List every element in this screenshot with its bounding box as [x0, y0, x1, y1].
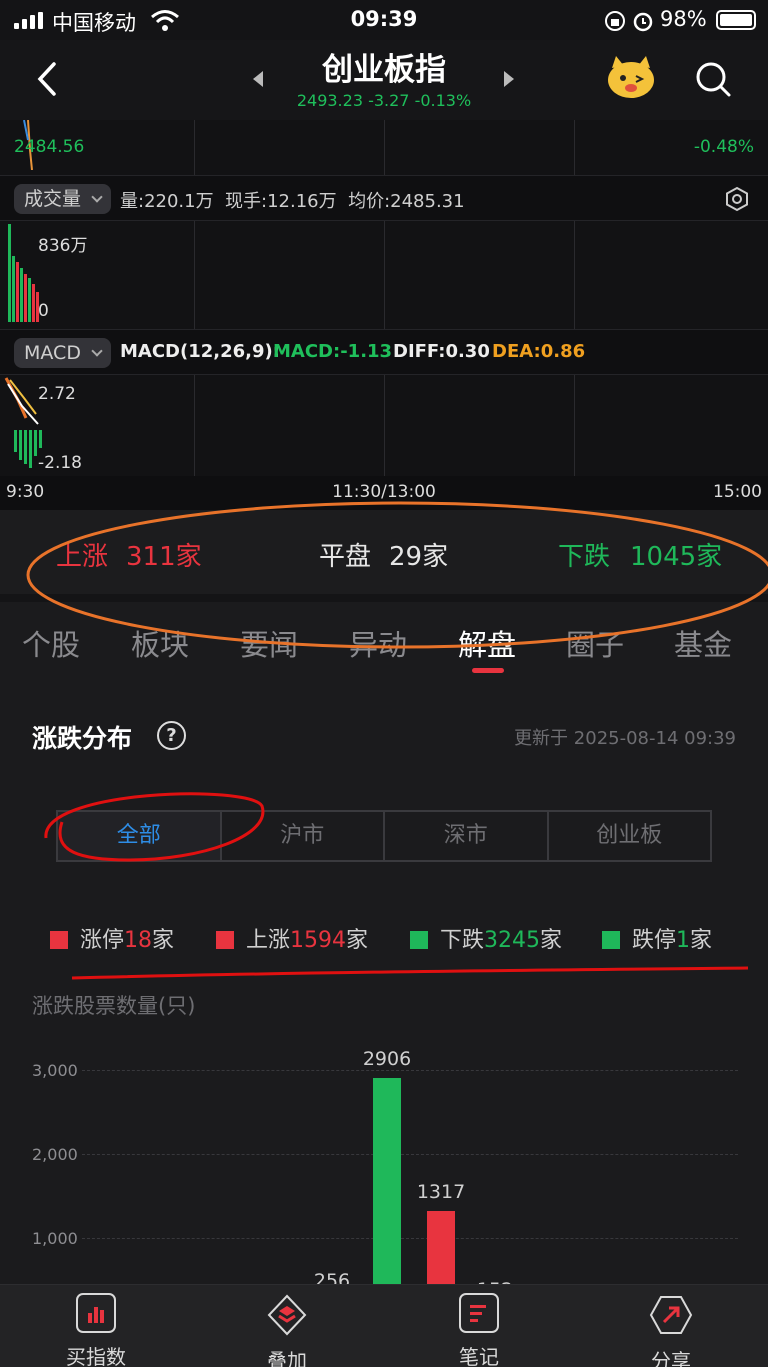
legend-limit-down: 跌停1家 [602, 922, 712, 954]
help-icon[interactable]: ? [157, 721, 186, 750]
gridline [82, 1238, 738, 1239]
update-time: 更新于 2025-08-14 09:39 [514, 728, 736, 749]
up-label: 上涨 [56, 542, 109, 572]
diff-value: DIFF:0.30 [393, 341, 490, 362]
tab-analysis[interactable]: 解盘 [458, 622, 516, 664]
search-icon[interactable] [694, 60, 732, 98]
app-root: 中国移动 09:39 98% 创业板指 2493.23 -3.27 -0.13% [0, 0, 768, 1367]
macd-indicator-row: MACD MACD(12,26,9): MACD:-1.13 DIFF:0.30… [0, 329, 768, 375]
status-bar: 中国移动 09:39 98% [0, 0, 768, 40]
battery-percent: 98% [660, 7, 707, 31]
tab-funds[interactable]: 基金 [674, 622, 732, 664]
buy-index-button[interactable]: 买指数 [46, 1293, 146, 1367]
intraday-chart[interactable]: 2484.56 -0.48% 成交量 量:220.1万 现手:12.16万 均价… [0, 120, 768, 510]
legend-up: 上涨1594家 [216, 922, 368, 954]
y-tick-1000: 1,000 [32, 1229, 78, 1248]
red-underline-annotation [71, 966, 749, 980]
price-low-label: 2484.56 [14, 137, 85, 157]
content-tabs: 个股 板块 要闻 异动 解盘 圈子 基金 [0, 594, 768, 686]
y-tick-2000: 2,000 [32, 1145, 78, 1164]
gridline [82, 1070, 738, 1071]
legend-down: 下跌3245家 [410, 922, 562, 954]
tab-community[interactable]: 圈子 [566, 622, 624, 664]
dea-value: DEA:0.86 [492, 341, 586, 362]
mascot-avatar-icon[interactable] [606, 54, 656, 100]
macd-upper-label: 2.72 [38, 384, 76, 404]
time-mid: 11:30/13:00 [332, 482, 436, 502]
note-button[interactable]: 笔记 [429, 1293, 529, 1367]
legend-swatch [602, 931, 620, 949]
segment-chinext[interactable]: 创业板 [549, 812, 711, 860]
market-segment-control: 全部 沪市 深市 创业板 [56, 810, 712, 862]
alarm-icon [633, 12, 653, 32]
overlay-button[interactable]: 叠加 [237, 1293, 337, 1367]
legend-limit-up: 涨停18家 [50, 922, 174, 954]
bar-chart-icon [76, 1293, 116, 1333]
pct-low-label: -0.48% [693, 137, 754, 157]
legend-swatch [50, 931, 68, 949]
macd-value: MACD:-1.13 [273, 341, 393, 362]
section-title: 涨跌分布 [32, 724, 133, 753]
share-button[interactable]: 分享 [621, 1293, 721, 1367]
macd-indicator-select[interactable]: MACD [14, 338, 111, 368]
down-label: 下跌 [558, 542, 611, 572]
volume-indicator-select[interactable]: 成交量 [14, 184, 112, 214]
bar-value-label: 2906 [362, 1047, 412, 1070]
layers-icon [267, 1294, 307, 1336]
tab-movers[interactable]: 异动 [349, 622, 407, 664]
down-count: 1045家 [630, 542, 723, 572]
y-tick-3000: 3,000 [32, 1061, 78, 1080]
segment-shenzhen[interactable]: 深市 [385, 812, 549, 860]
share-icon [649, 1296, 693, 1334]
nav-header: 创业板指 2493.23 -3.27 -0.13% [0, 40, 768, 120]
legend-swatch [216, 931, 234, 949]
volume-max-label: 836万 [38, 236, 88, 256]
rotation-lock-icon [605, 11, 625, 31]
segment-all[interactable]: 全部 [58, 812, 222, 860]
distribution-bar[interactable] [427, 1211, 455, 1284]
gridline [82, 1154, 738, 1155]
macd-params: MACD(12,26,9): [120, 341, 280, 362]
market-breadth-summary: 上涨 311家 平盘 29家 下跌 1045家 [0, 510, 768, 594]
bottom-toolbar: 买指数 叠加 笔记 分享 [0, 1284, 768, 1367]
flat-label: 平盘 [319, 542, 372, 572]
distribution-bar[interactable] [373, 1077, 401, 1284]
legend-swatch [410, 931, 428, 949]
segment-shanghai[interactable]: 沪市 [222, 812, 385, 860]
up-count: 311家 [126, 542, 202, 572]
time-axis: 9:30 11:30/13:00 15:00 [0, 476, 768, 510]
time-end: 15:00 [713, 482, 762, 502]
volume-info: 量:220.1万 现手:12.16万 均价:2485.31 [120, 191, 465, 212]
chart-y-label: 涨跌股票数量(只) [32, 994, 196, 1018]
flat-count: 29家 [389, 542, 449, 572]
volume-zero-label: 0 [38, 301, 49, 321]
settings-icon[interactable] [724, 186, 750, 212]
next-index-icon[interactable] [502, 70, 516, 88]
note-icon [459, 1293, 499, 1333]
volume-indicator-row: 成交量 量:220.1万 现手:12.16万 均价:2485.31 [0, 175, 768, 221]
tab-news[interactable]: 要闻 [240, 622, 298, 664]
tab-sectors[interactable]: 板块 [131, 622, 189, 664]
active-tab-indicator [472, 668, 504, 673]
bar-value-label: 1317 [416, 1181, 466, 1204]
tab-stocks[interactable]: 个股 [22, 622, 80, 664]
battery-icon [716, 10, 756, 30]
macd-lower-label: -2.18 [38, 453, 82, 473]
